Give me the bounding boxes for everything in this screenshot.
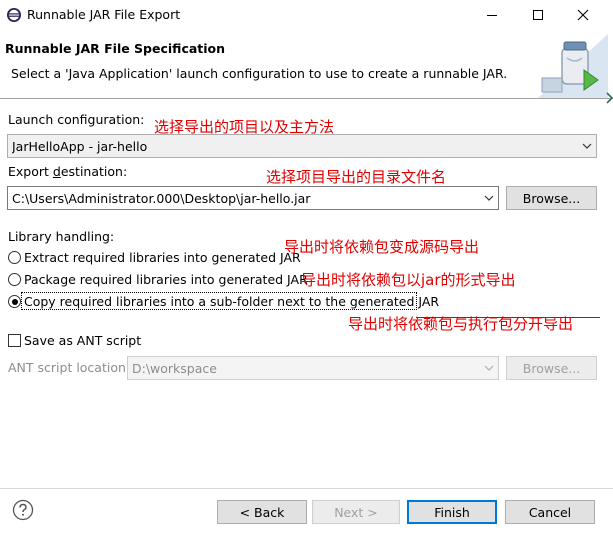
export-destination-input[interactable]: C:\Users\Administrator.000\Desktop\jar-h… <box>7 186 499 210</box>
ant-location-value: D:\workspace <box>132 360 217 376</box>
cancel-button[interactable]: Cancel <box>505 500 595 524</box>
annotation-export: 选择项目导出的目录文件名 <box>266 168 447 186</box>
finish-button[interactable]: Finish <box>407 500 497 524</box>
jar-export-wizard-icon <box>538 34 608 98</box>
header-separator <box>0 98 613 99</box>
help-icon[interactable] <box>12 499 34 521</box>
ant-location-input: D:\workspace <box>127 356 499 380</box>
back-button[interactable]: < Back <box>217 500 307 524</box>
package-libraries-label[interactable]: Package required libraries into generate… <box>24 272 308 287</box>
ant-browse-button: Browse... <box>506 356 597 380</box>
window-title: Runnable JAR File Export <box>27 7 181 22</box>
eclipse-app-icon <box>7 8 21 22</box>
package-libraries-radio[interactable] <box>8 273 21 286</box>
title-bar: Runnable JAR File Export <box>0 0 613 30</box>
export-destination-label: Export destination: <box>8 164 128 179</box>
minimize-icon <box>487 15 497 16</box>
launch-config-label: Launch configuration: <box>8 112 145 127</box>
maximize-icon <box>533 10 543 20</box>
close-icon <box>577 9 589 21</box>
ant-browse-label: Browse... <box>522 360 581 376</box>
wizard-header: Runnable JAR File Specification Select a… <box>0 30 613 98</box>
copy-libraries-label[interactable]: Copy required libraries into a sub-folde… <box>24 294 439 309</box>
export-destination-value: C:\Users\Administrator.000\Desktop\jar-h… <box>12 190 311 206</box>
annotation-copy: 导出时将依赖包与执行包分开导出 <box>348 315 574 333</box>
back-label: < Back <box>239 504 285 520</box>
cancel-label: Cancel <box>528 504 572 520</box>
library-handling-label: Library handling: <box>8 229 115 244</box>
extract-libraries-label[interactable]: Extract required libraries into generate… <box>24 250 301 265</box>
chevron-down-icon <box>578 135 596 157</box>
extract-libraries-radio[interactable] <box>8 251 21 264</box>
save-ant-label[interactable]: Save as ANT script <box>24 333 141 348</box>
minimize-button[interactable] <box>469 0 515 30</box>
next-label: Next > <box>334 504 378 520</box>
next-button: Next > <box>312 500 400 524</box>
chevron-down-icon[interactable] <box>480 187 498 209</box>
export-browse-button[interactable]: Browse... <box>506 186 597 210</box>
chevron-down-icon <box>480 357 498 379</box>
ant-location-label: ANT script location: <box>8 360 131 375</box>
wizard-description: Select a 'Java Application' launch confi… <box>11 66 508 81</box>
footer-separator <box>0 488 613 489</box>
export-browse-label: Browse... <box>522 190 581 206</box>
launch-config-value: JarHelloApp - jar-hello <box>12 138 148 154</box>
launch-config-select[interactable]: JarHelloApp - jar-hello <box>7 134 597 158</box>
finish-label: Finish <box>434 504 470 520</box>
close-button[interactable] <box>560 0 606 30</box>
edge-chevron-icon <box>606 92 613 104</box>
maximize-button[interactable] <box>515 0 561 30</box>
save-ant-checkbox[interactable] <box>8 334 21 347</box>
annotation-package: 导出时将依赖包以jar的形式导出 <box>301 271 516 289</box>
annotation-extract: 导出时将依赖包变成源码导出 <box>284 238 480 256</box>
wizard-title: Runnable JAR File Specification <box>5 41 226 56</box>
copy-libraries-radio[interactable] <box>8 295 21 308</box>
